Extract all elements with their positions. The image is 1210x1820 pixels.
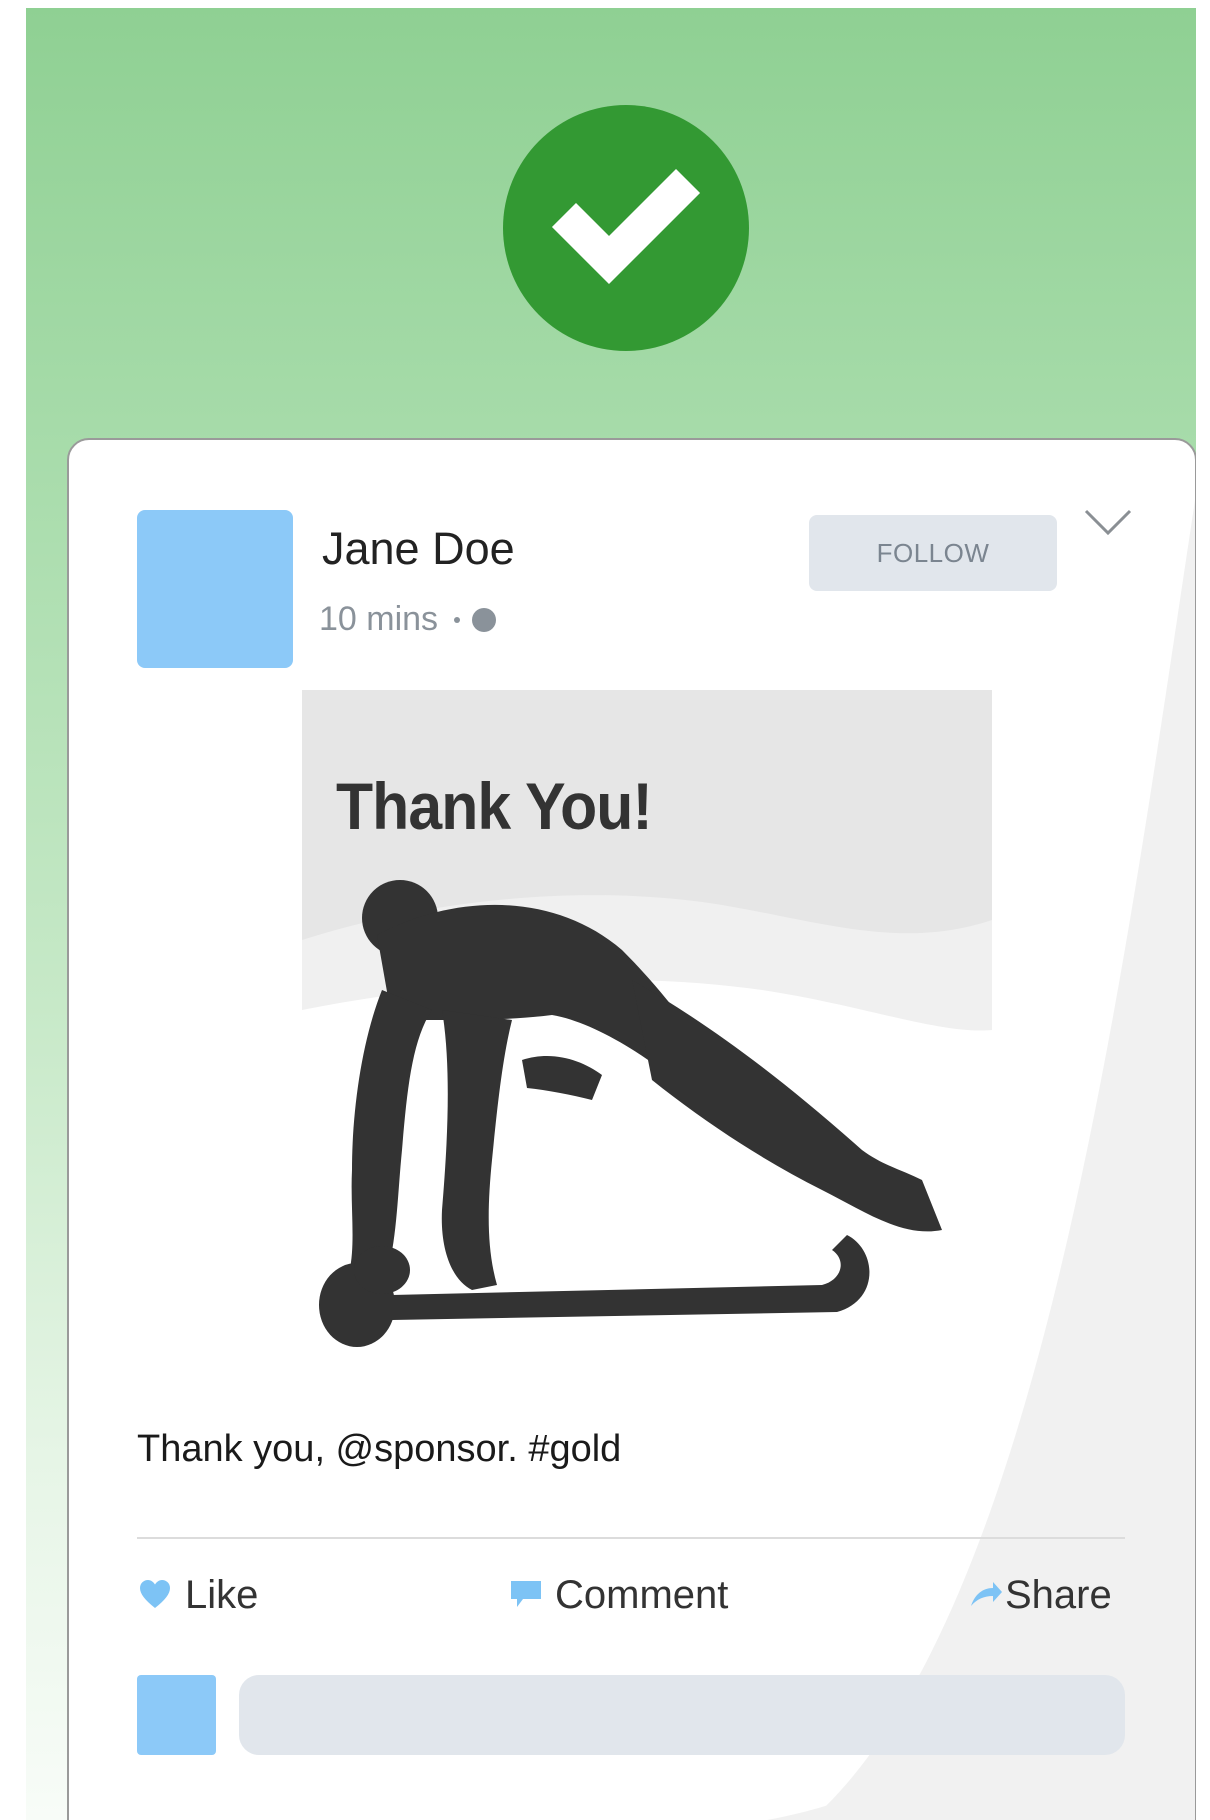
like-button[interactable]: Like [139,1565,258,1625]
meta-separator-dot [454,616,461,623]
share-button[interactable]: Share [969,1565,1112,1625]
share-arrow-icon [971,1582,1002,1606]
commenter-avatar [137,1675,216,1755]
social-post-card: Jane Doe 10 mins FOLLOW Thank You! Thank… [67,438,1196,1820]
background: Jane Doe 10 mins FOLLOW Thank You! Thank… [26,8,1196,1820]
author-name[interactable]: Jane Doe [322,523,515,575]
share-label: Share [1005,1572,1112,1617]
follow-button[interactable]: FOLLOW [809,515,1057,591]
post-meta: 10 mins [319,600,497,639]
chevron-down-icon[interactable] [1082,505,1134,541]
success-check-badge [503,105,749,351]
comment-input[interactable] [239,1675,1125,1755]
author-avatar[interactable] [137,510,293,668]
comment-button[interactable]: Comment [511,1565,728,1625]
divider [137,1537,1125,1539]
post-caption: Thank you, @sponsor. #gold [137,1428,622,1470]
comment-label: Comment [555,1572,729,1617]
like-label: Like [185,1572,259,1617]
post-timestamp: 10 mins [319,600,439,638]
post-image-title: Thank You! [336,769,653,843]
speech-bubble-icon [511,1581,541,1607]
globe-icon [472,607,497,632]
checkmark-icon [551,168,701,285]
heart-icon [140,1580,170,1608]
post-image[interactable]: Thank You! [302,690,992,1380]
